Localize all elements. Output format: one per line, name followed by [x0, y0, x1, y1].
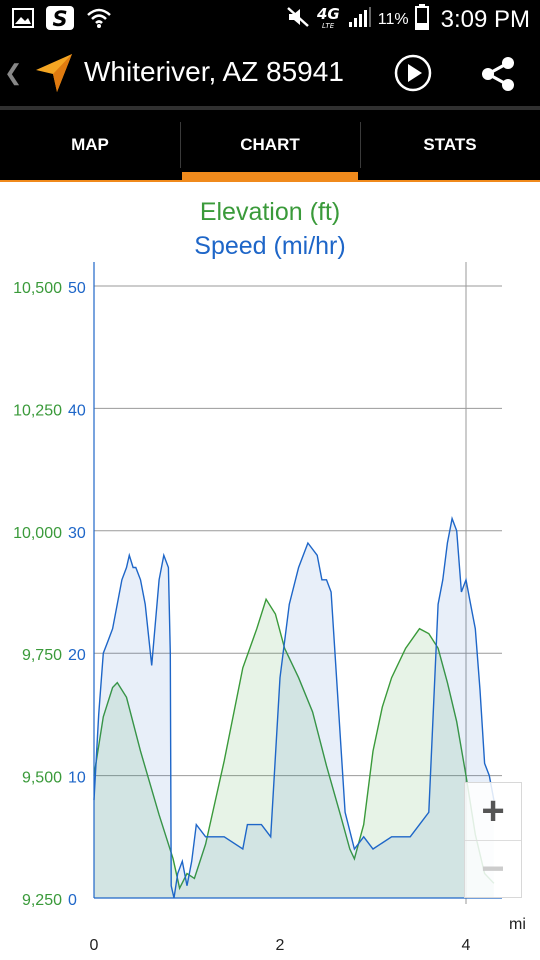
tab-chart[interactable]: CHART	[180, 110, 360, 180]
share-button[interactable]	[480, 56, 516, 97]
play-button[interactable]	[394, 54, 432, 97]
y-right-tick-label: 50	[68, 280, 86, 297]
battery-percent: 11%	[377, 11, 409, 28]
svg-text:S: S	[52, 7, 67, 30]
image-icon	[12, 8, 34, 33]
y-left-tick-label: 9,500	[22, 770, 62, 787]
x-tick-label: 0	[90, 937, 99, 954]
mute-icon	[286, 6, 310, 34]
app-title: Whiteriver, AZ 85941	[84, 56, 344, 87]
y-right-tick-label: 40	[68, 402, 86, 419]
wifi-icon	[86, 7, 112, 34]
tab-bar: MAP CHART STATS	[0, 110, 540, 180]
x-tick-label: 2	[276, 937, 285, 954]
navigation-arrow-icon[interactable]	[34, 52, 74, 99]
y-right-tick-label: 10	[68, 770, 86, 787]
zoom-in-button[interactable]: +	[465, 783, 521, 840]
y-right-tick-label: 20	[68, 647, 86, 664]
tab-underline	[0, 180, 540, 182]
y-left-tick-label: 10,250	[13, 402, 62, 419]
zoom-out-button[interactable]: −	[465, 840, 521, 897]
speed-title: Speed (mi/hr)	[194, 232, 346, 260]
tab-stats[interactable]: STATS	[360, 110, 540, 180]
chart-series	[93, 516, 495, 899]
x-unit-label: mi	[509, 916, 526, 933]
clock: 3:09 PM	[440, 6, 530, 33]
y-left-tick-label: 10,000	[13, 525, 62, 542]
share-icon	[482, 57, 514, 91]
y-right-tick-label: 0	[68, 892, 77, 909]
back-chevron-icon[interactable]: ❮	[4, 60, 22, 86]
svg-text:4G: 4G	[316, 5, 340, 23]
zoom-controls: + −	[464, 782, 522, 898]
elevation-title: Elevation (ft)	[199, 198, 341, 226]
y-left-tick-label: 10,500	[13, 280, 62, 297]
tab-map[interactable]: MAP	[0, 110, 180, 180]
x-tick-label: 4	[462, 937, 471, 954]
network-4g-icon: 4G LTE	[316, 4, 342, 36]
status-bar: S 4G LTE 11% 3:09 PM	[0, 0, 540, 36]
signal-icon	[348, 6, 372, 34]
y-right-tick-label: 30	[68, 525, 86, 542]
elevation-speed-chart[interactable]: 10,50010,25010,0009,7509,5009,2505040302…	[0, 260, 540, 960]
y-left-tick-label: 9,250	[22, 892, 62, 909]
app-bar: ❮ Whiteriver, AZ 85941	[0, 36, 540, 110]
battery-icon	[414, 4, 429, 36]
play-icon	[394, 54, 432, 92]
s-app-icon: S	[46, 6, 74, 35]
svg-text:LTE: LTE	[322, 22, 335, 30]
y-left-tick-label: 9,750	[22, 647, 62, 664]
